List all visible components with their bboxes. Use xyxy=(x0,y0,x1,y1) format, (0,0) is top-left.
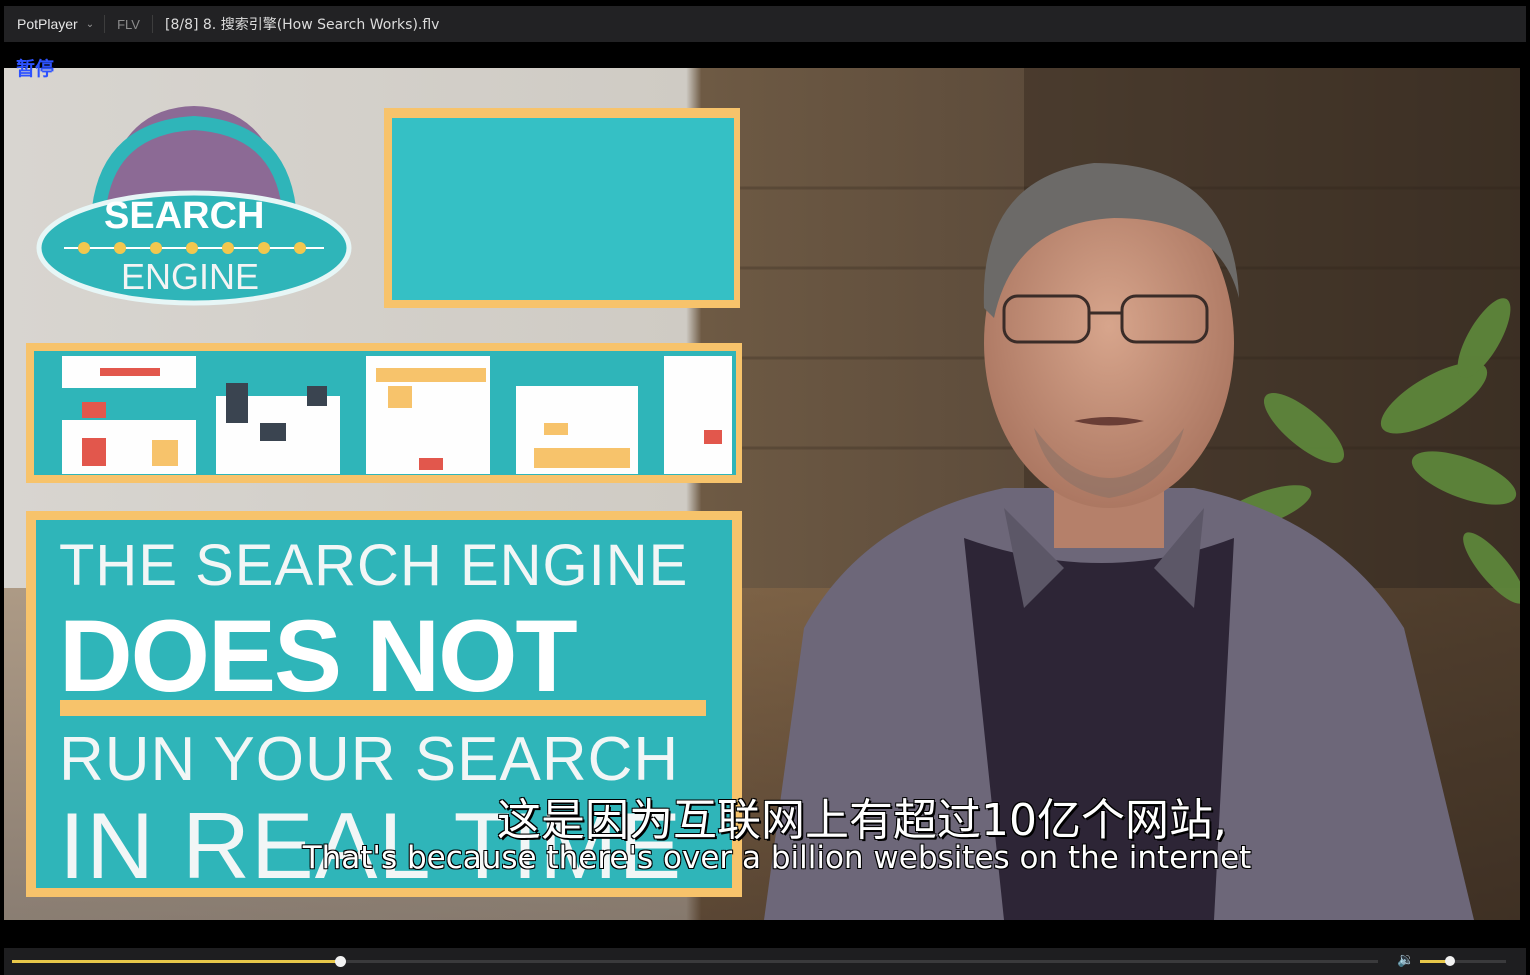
logo-search-text: SEARCH xyxy=(104,195,265,237)
video-area[interactable]: 暂停 SEARCH ENGINE THE SEARCH ENGINE DOES … xyxy=(4,44,1526,922)
playback-status: 暂停 xyxy=(16,58,55,80)
volume-icon[interactable]: 🔉 xyxy=(1397,952,1414,968)
subtitle-chinese: 这是因为互联网上有超过10亿个网站, xyxy=(497,795,1228,847)
app-name: PotPlayer xyxy=(17,16,78,32)
slide-line-2: DOES NOT xyxy=(59,599,578,713)
video-frame[interactable]: SEARCH ENGINE THE SEARCH ENGINE DOES NOT… xyxy=(4,68,1520,920)
title-bar: PotPlayer ⌄ FLV [8/8] 8. 搜索引擎(How Search… xyxy=(4,6,1526,42)
subtitle-english: That's because there's over a billion we… xyxy=(302,840,1252,877)
app-menu-button[interactable]: PotPlayer ⌄ xyxy=(4,6,104,42)
slide-line-1: THE SEARCH ENGINE xyxy=(59,533,689,598)
volume-handle[interactable] xyxy=(1445,956,1456,966)
control-bar: 🔉 xyxy=(4,948,1526,975)
seek-bar[interactable] xyxy=(12,956,1378,967)
volume-slider[interactable] xyxy=(1420,956,1506,966)
seek-progress-fill xyxy=(12,960,340,963)
file-title: [8/8] 8. 搜索引擎(How Search Works).flv xyxy=(164,17,440,33)
file-format: FLV xyxy=(117,16,140,32)
seek-handle[interactable] xyxy=(334,956,346,967)
logo-engine-text: ENGINE xyxy=(121,256,260,297)
chevron-down-icon: ⌄ xyxy=(85,18,95,30)
